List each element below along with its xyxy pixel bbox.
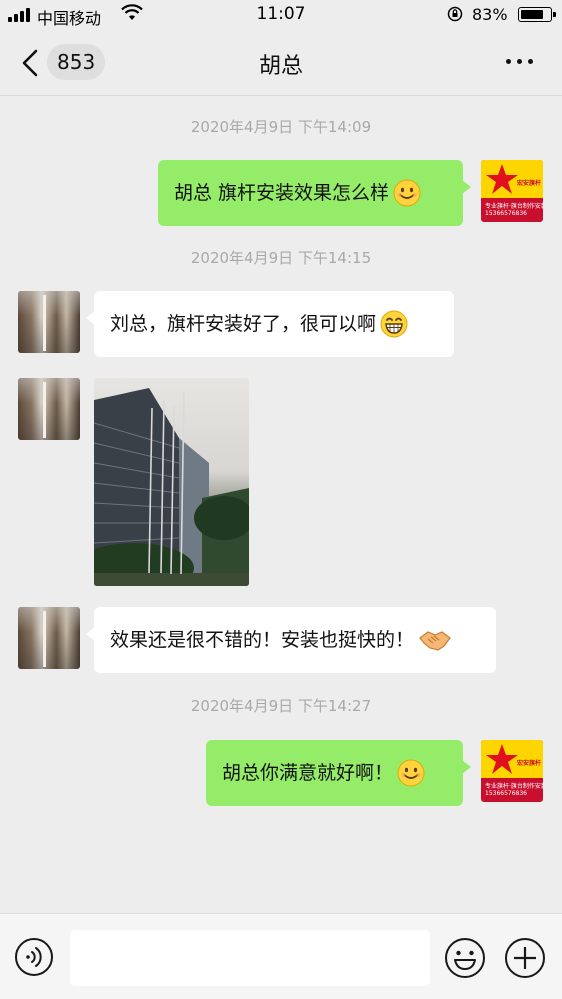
- message-text: 胡总你满意就好啊！: [222, 762, 394, 784]
- self-avatar[interactable]: 宏安旗杆 专业旗杆·旗台制作安装 15366576836: [481, 160, 543, 222]
- voice-input-icon[interactable]: [14, 937, 54, 977]
- message-text: 效果还是很不错的！安装也挺快的！: [110, 629, 415, 651]
- avatar-slogan: 专业旗杆·旗台制作安装: [485, 783, 543, 790]
- plus-more-icon[interactable]: [504, 937, 546, 979]
- contact-avatar[interactable]: [18, 378, 80, 440]
- flagpole-photo-drawing: [94, 388, 249, 586]
- flagpole-photo[interactable]: [94, 378, 249, 586]
- battery-icon: [518, 7, 556, 22]
- battery-fill: [521, 10, 543, 19]
- self-avatar[interactable]: 宏安旗杆 专业旗杆·旗台制作安装 15366576836: [481, 740, 543, 802]
- status-bar: 中国移动 11:07 83%: [0, 0, 562, 30]
- avatar-phone: 15366576836: [485, 210, 527, 217]
- avatar-slogan: 专业旗杆·旗台制作安装: [485, 203, 543, 210]
- avatar-brand-text: 宏安旗杆: [517, 760, 542, 767]
- timestamp: 2020年4月9日 下午14:15: [190, 249, 372, 267]
- smile-emoji-icon: [393, 179, 421, 207]
- input-bar: [0, 913, 562, 999]
- grin-emoji-icon: [380, 310, 408, 338]
- emoji-picker-icon[interactable]: [444, 937, 486, 979]
- more-options-icon[interactable]: [506, 59, 534, 67]
- sent-message[interactable]: 胡总 旗杆安装效果怎么样: [158, 160, 471, 226]
- contact-avatar[interactable]: [18, 291, 80, 353]
- battery-percent: 83%: [472, 5, 508, 24]
- chat-title: 胡总: [258, 54, 303, 79]
- rotation-lock-icon: [447, 6, 463, 22]
- handshake-emoji-icon: [419, 631, 451, 651]
- red-star-logo-icon: [486, 164, 518, 194]
- received-message[interactable]: 效果还是很不错的！安装也挺快的！: [86, 607, 496, 673]
- red-star-logo-icon: [486, 744, 518, 774]
- received-message[interactable]: 刘总，旗杆安装好了，很可以啊: [86, 291, 454, 357]
- smile-emoji-icon: [397, 759, 425, 787]
- timestamp: 2020年4月9日 下午14:09: [190, 118, 372, 136]
- timestamp: 2020年4月9日 下午14:27: [190, 697, 372, 715]
- contact-avatar[interactable]: [18, 607, 80, 669]
- message-input[interactable]: [70, 930, 430, 986]
- message-text: 胡总 旗杆安装效果怎么样: [174, 182, 390, 204]
- avatar-brand-text: 宏安旗杆: [517, 180, 542, 187]
- nav-bar: 853 胡总: [0, 30, 562, 96]
- sent-message[interactable]: 胡总你满意就好啊！: [206, 740, 471, 806]
- message-text: 刘总，旗杆安装好了，很可以啊: [110, 313, 377, 335]
- avatar-phone: 15366576836: [485, 790, 527, 797]
